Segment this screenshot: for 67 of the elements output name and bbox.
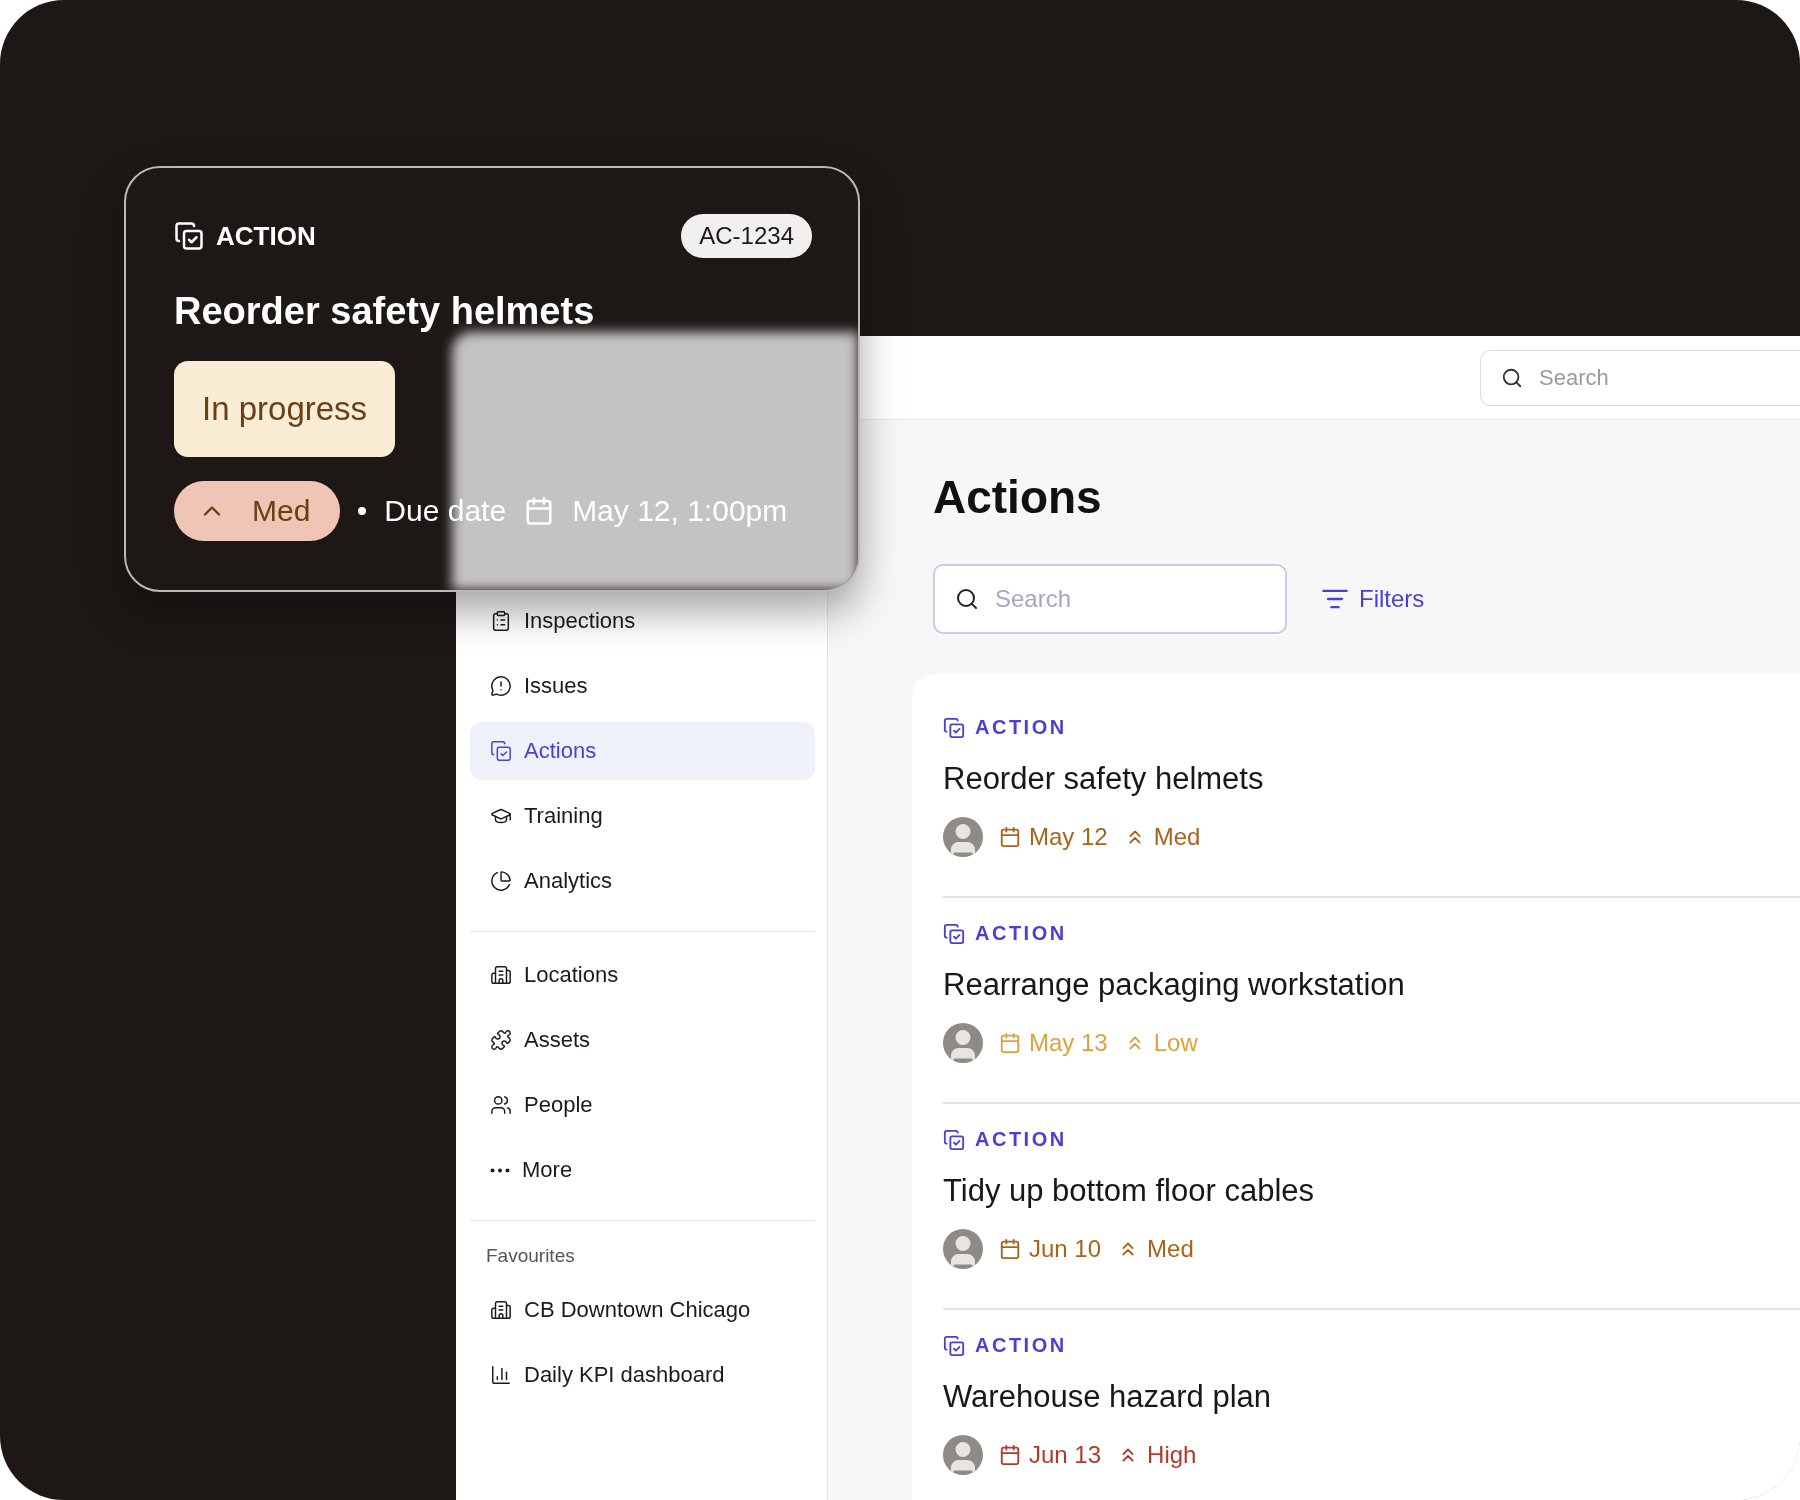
status-badge[interactable]: In progress xyxy=(174,361,396,457)
type-label: ACTION xyxy=(975,1334,1067,1357)
avatar xyxy=(943,1435,983,1475)
sidebar-item[interactable]: Assets xyxy=(470,1011,815,1069)
building-icon xyxy=(490,964,512,986)
more-icon xyxy=(490,1167,510,1173)
sidebar-item[interactable]: Issues xyxy=(470,657,815,715)
filters-button[interactable]: Filters xyxy=(1321,585,1425,613)
bar-chart-icon xyxy=(490,1364,512,1386)
calendar-icon xyxy=(999,826,1021,848)
speech-bubble-alert-icon xyxy=(490,675,512,697)
search-input[interactable]: Search xyxy=(993,584,1253,614)
checked-squares-icon xyxy=(943,1128,965,1151)
pie-chart-icon xyxy=(490,870,512,892)
sidebar-item[interactable]: Daily KPI dashboard xyxy=(470,1346,815,1404)
avatar xyxy=(943,1023,983,1063)
action-title[interactable]: Reorder safety helmets xyxy=(943,761,1800,797)
section-heading: Favourites xyxy=(485,1244,576,1268)
checked-squares-icon xyxy=(943,716,965,739)
sidebar-item[interactable]: CB Downtown Chicago xyxy=(470,1281,815,1339)
due-date: Jun 10 xyxy=(1029,1235,1102,1263)
people-icon xyxy=(490,1094,512,1116)
sidebar-item[interactable]: Inspections xyxy=(470,592,815,650)
search-input[interactable]: Search xyxy=(1537,363,1737,392)
due-date: May 12, 1:00pm xyxy=(572,494,788,528)
sidebar-item[interactable]: More xyxy=(470,1141,815,1199)
sidebar-item[interactable]: People xyxy=(470,1076,815,1134)
building-icon xyxy=(490,1299,512,1321)
action-title[interactable]: Warehouse hazard plan xyxy=(943,1379,1800,1415)
avatar xyxy=(943,817,983,857)
checked-squares-icon xyxy=(490,740,512,762)
page-title: Actions xyxy=(933,470,1103,524)
type-label: ACTION xyxy=(216,220,316,252)
checked-squares-icon xyxy=(174,221,204,251)
action-title: Reorder safety helmets xyxy=(174,290,596,333)
search-icon xyxy=(1501,366,1523,389)
sidebar-item[interactable]: Actions xyxy=(470,722,815,780)
action-title[interactable]: Tidy up bottom floor cables xyxy=(943,1173,1800,1209)
id-badge: AC-1234 xyxy=(681,214,812,258)
action-title[interactable]: Rearrange packaging workstation xyxy=(943,967,1800,1003)
priority-label: Low xyxy=(1153,1029,1198,1057)
priority-label: Med xyxy=(1153,823,1201,851)
calendar-icon xyxy=(999,1032,1021,1054)
priority-pill[interactable]: Med xyxy=(174,481,341,541)
search-field[interactable]: Search xyxy=(933,564,1287,634)
checked-squares-icon xyxy=(943,922,965,945)
clipboard-list-icon xyxy=(490,610,512,632)
type-label: ACTION xyxy=(975,1128,1067,1151)
puzzle-icon xyxy=(490,1029,512,1051)
search-field[interactable]: Search xyxy=(1480,349,1800,406)
sidebar-item[interactable]: Training xyxy=(470,787,815,845)
type-label: ACTION xyxy=(975,922,1067,945)
sidebar-item[interactable]: Analytics xyxy=(470,852,815,910)
priority-label: Med xyxy=(1147,1235,1194,1263)
calendar-icon xyxy=(999,1444,1021,1466)
checked-squares-icon xyxy=(943,1334,965,1357)
type-label: ACTION xyxy=(975,716,1067,739)
sidebar-item[interactable]: Locations xyxy=(470,946,815,1004)
avatar xyxy=(943,1229,983,1269)
search-icon xyxy=(955,587,979,611)
due-date: May 12 xyxy=(1029,823,1108,851)
due-date: May 13 xyxy=(1029,1029,1108,1057)
calendar-icon xyxy=(999,1238,1021,1260)
separator-dot xyxy=(358,507,367,515)
due-date: Jun 13 xyxy=(1029,1441,1102,1469)
calendar-icon xyxy=(524,496,555,526)
priority-label: High xyxy=(1147,1441,1197,1469)
